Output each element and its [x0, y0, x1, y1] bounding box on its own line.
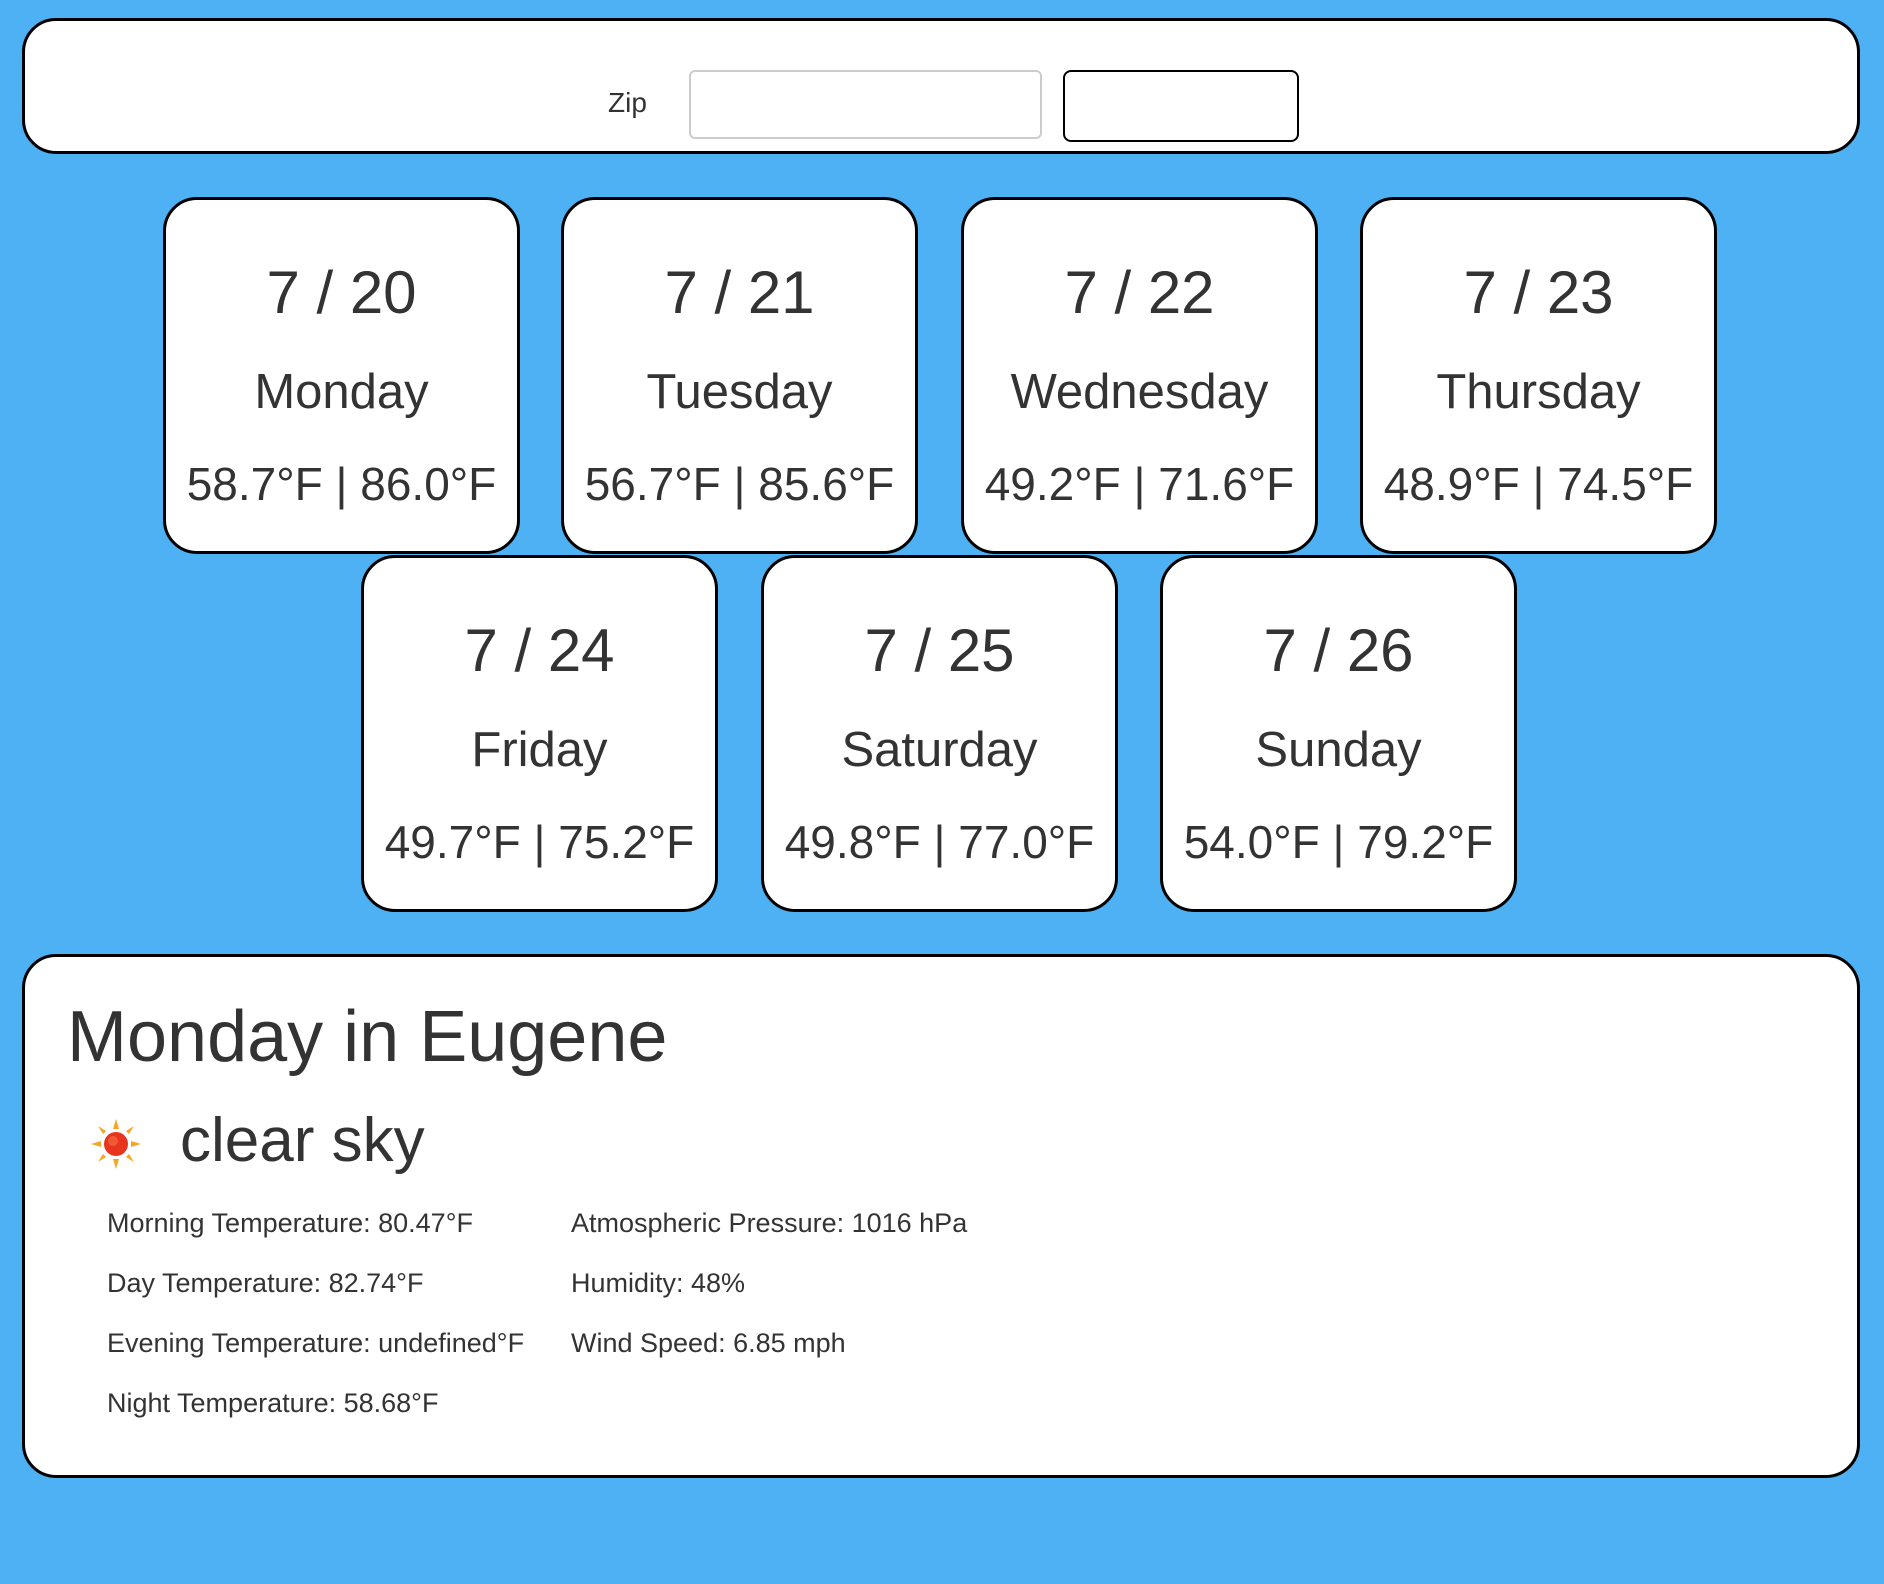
forecast-card-day-6[interactable]: 7 / 25 Saturday 49.8°F | 77.0°F	[761, 555, 1118, 912]
details-title: Monday in Eugene	[67, 997, 668, 1077]
forecast-card-day-4[interactable]: 7 / 23 Thursday 48.9°F | 74.5°F	[1360, 197, 1717, 554]
atmospheric-pressure: Atmospheric Pressure: 1016 hPa	[571, 1208, 968, 1238]
forecast-date: 7 / 21	[664, 259, 815, 326]
forecast-temps: 49.2°F | 71.6°F	[984, 458, 1295, 510]
forecast-card-day-5[interactable]: 7 / 24 Friday 49.7°F | 75.2°F	[361, 555, 718, 912]
night-temperature: Night Temperature: 58.68°F	[107, 1388, 439, 1418]
forecast-weekday: Monday	[254, 365, 429, 419]
forecast-date: 7 / 25	[864, 617, 1015, 684]
forecast-date: 7 / 23	[1463, 259, 1614, 326]
wind-speed: Wind Speed: 6.85 mph	[571, 1328, 846, 1358]
forecast-card-day-2[interactable]: 7 / 21 Tuesday 56.7°F | 85.6°F	[561, 197, 918, 554]
forecast-temps: 58.7°F | 86.0°F	[186, 458, 497, 510]
forecast-temps: 49.7°F | 75.2°F	[384, 816, 695, 868]
weather-app: Zip 7 / 20 Monday 58.7°F | 86.0°F 7 / 21…	[0, 0, 1884, 1584]
zip-search-bar: Zip	[22, 18, 1860, 154]
evening-temperature: Evening Temperature: undefined°F	[107, 1328, 525, 1358]
forecast-temps: 48.9°F | 74.5°F	[1383, 458, 1694, 510]
zip-input[interactable]	[689, 70, 1042, 139]
humidity: Humidity: 48%	[571, 1268, 746, 1298]
forecast-date: 7 / 22	[1064, 259, 1215, 326]
sun-icon	[91, 1119, 141, 1169]
weather-condition: clear sky	[180, 1106, 425, 1175]
atmosphere-stats: Atmospheric Pressure: 1016 hPa Humidity:…	[571, 1193, 967, 1373]
morning-temperature: Morning Temperature: 80.47°F	[107, 1208, 473, 1238]
forecast-temps: 49.8°F | 77.0°F	[784, 816, 1095, 868]
forecast-date: 7 / 20	[266, 259, 417, 326]
zip-submit-button[interactable]	[1063, 70, 1299, 142]
forecast-weekday: Sunday	[1255, 723, 1422, 777]
temperature-stats: Morning Temperature: 80.47°F Day Tempera…	[107, 1193, 524, 1433]
forecast-temps: 56.7°F | 85.6°F	[584, 458, 895, 510]
zip-label: Zip	[608, 87, 647, 118]
forecast-weekday: Thursday	[1436, 365, 1641, 419]
forecast-temps: 54.0°F | 79.2°F	[1183, 816, 1494, 868]
forecast-card-day-7[interactable]: 7 / 26 Sunday 54.0°F | 79.2°F	[1160, 555, 1517, 912]
forecast-weekday: Saturday	[841, 723, 1038, 777]
forecast-card-day-1[interactable]: 7 / 20 Monday 58.7°F | 86.0°F	[163, 197, 520, 554]
day-details-panel: Monday in Eugene clear sky Morning Tempe…	[22, 954, 1860, 1478]
forecast-date: 7 / 24	[464, 617, 615, 684]
forecast-weekday: Friday	[471, 723, 608, 777]
forecast-weekday: Tuesday	[646, 365, 833, 419]
forecast-date: 7 / 26	[1263, 617, 1414, 684]
forecast-card-day-3[interactable]: 7 / 22 Wednesday 49.2°F | 71.6°F	[961, 197, 1318, 554]
day-temperature: Day Temperature: 82.74°F	[107, 1268, 424, 1298]
forecast-weekday: Wednesday	[1010, 365, 1269, 419]
